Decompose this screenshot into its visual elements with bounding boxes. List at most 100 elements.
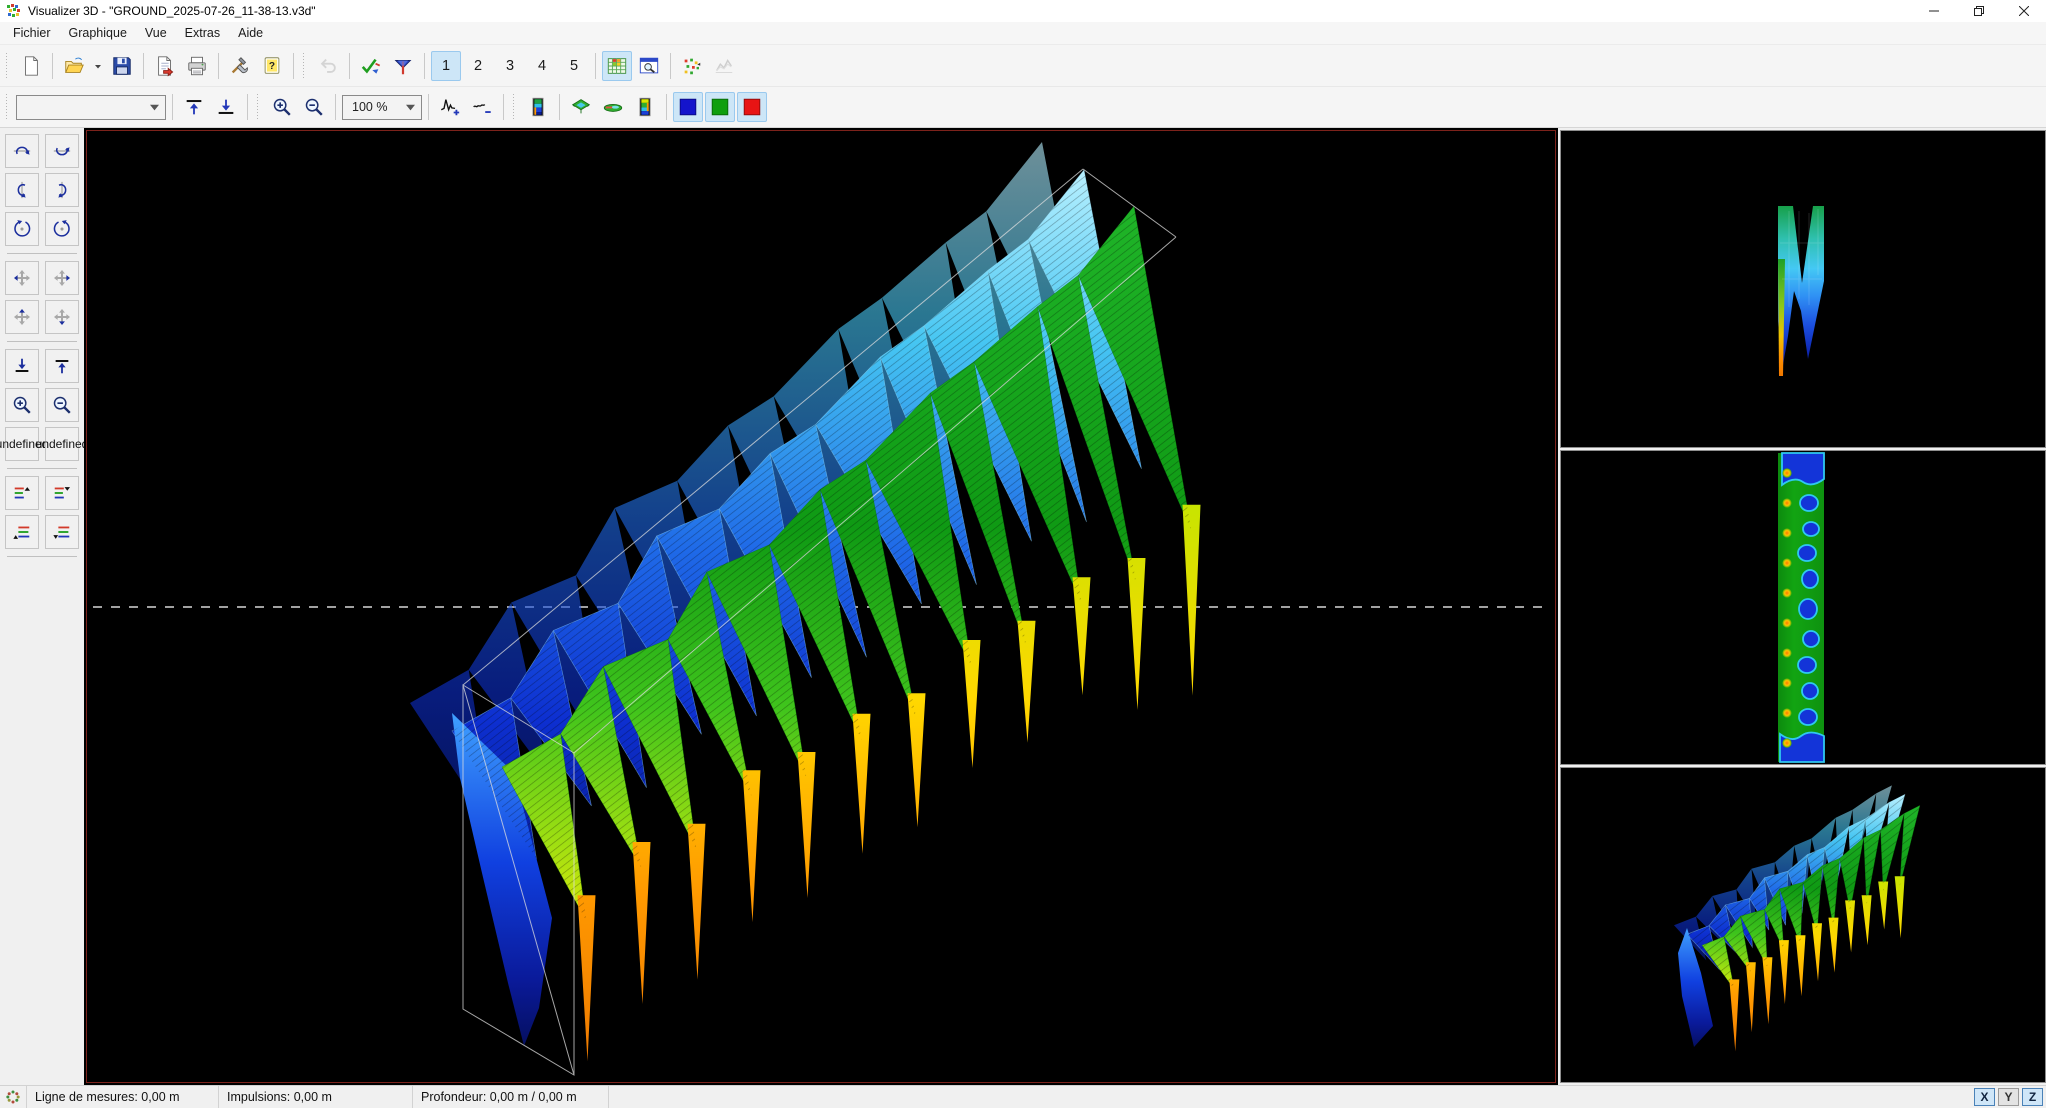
toolbar-grip[interactable]	[301, 53, 306, 79]
levels-down-button[interactable]	[45, 476, 79, 510]
menu-aide[interactable]: Aide	[229, 23, 272, 43]
signal-increase-button[interactable]: undefined	[45, 427, 79, 461]
axis-y-toggle[interactable]: Y	[1998, 1088, 2019, 1106]
signal-verify-button[interactable]	[356, 51, 386, 81]
dataset-select-combobox[interactable]	[16, 95, 166, 120]
pan-right-button[interactable]	[45, 261, 79, 295]
raise-top-button[interactable]	[179, 92, 209, 122]
main-3d-view[interactable]	[84, 128, 1558, 1085]
axis-z-toggle[interactable]: Z	[2022, 1088, 2043, 1106]
menu-extras[interactable]: Extras	[176, 23, 229, 43]
rotate-down-button[interactable]	[45, 134, 79, 168]
pan-left-button[interactable]	[5, 261, 39, 295]
close-button[interactable]	[2001, 0, 2046, 22]
view-preset-4-button[interactable]: 4	[527, 51, 557, 81]
zoom-level-select-combobox[interactable]: 100 %	[342, 95, 422, 120]
toolbar-group: 100 %	[339, 87, 425, 127]
rotate-ccw-icon	[12, 219, 32, 239]
channel-green-button[interactable]	[705, 92, 735, 122]
status-impulses: Impulsions: 0,00 m	[219, 1086, 413, 1108]
zoom-in-button[interactable]	[267, 92, 297, 122]
signal-decrease-button[interactable]: undefined	[5, 427, 39, 461]
levels-down-alt-button[interactable]	[45, 515, 79, 549]
menu-vue[interactable]: Vue	[136, 23, 176, 43]
toolbar-group	[599, 45, 667, 86]
toolbar-separator	[172, 94, 173, 120]
scatter-view-button[interactable]	[677, 51, 707, 81]
minimize-button[interactable]	[1911, 0, 1956, 22]
toolbar-group: ?	[222, 45, 290, 86]
section-view-button[interactable]	[523, 92, 553, 122]
view-preset-1-button[interactable]: 1	[431, 51, 461, 81]
rotate-cw-button[interactable]	[45, 212, 79, 246]
undo-button[interactable]	[313, 51, 343, 81]
levels-up-alt-button[interactable]	[5, 515, 39, 549]
zoom-level-select-value: 100 %	[352, 100, 387, 114]
channel-blue-button[interactable]	[673, 92, 703, 122]
perspective-view-panel[interactable]	[1560, 767, 2046, 1083]
plan-view-panel[interactable]	[1560, 450, 2046, 765]
chart-view-button[interactable]	[709, 51, 739, 81]
signal-decrease-button[interactable]	[467, 92, 497, 122]
zoom-out-button[interactable]	[299, 92, 329, 122]
pan-up-icon	[12, 307, 32, 327]
levels-down-icon	[52, 483, 72, 503]
status-filler	[609, 1086, 1974, 1108]
toolbar-grip[interactable]	[255, 94, 260, 120]
lower-bottom-button[interactable]	[211, 92, 241, 122]
grid-view-button[interactable]	[602, 51, 632, 81]
view-preset-3-button[interactable]: 3	[495, 51, 525, 81]
toolbar-grip[interactable]	[4, 53, 9, 79]
perspective-view-scene[interactable]	[1561, 768, 2045, 1082]
main-3d-scene[interactable]	[84, 128, 1558, 1085]
menubar: FichierGraphiqueVueExtrasAide	[0, 22, 2046, 45]
export-report-button[interactable]	[150, 51, 180, 81]
toolbar-view: 100 %	[0, 86, 2046, 128]
help-button[interactable]: ?	[257, 51, 287, 81]
levels-up-button[interactable]	[5, 476, 39, 510]
rotate-right-button[interactable]	[45, 173, 79, 207]
new-file-button[interactable]	[16, 51, 46, 81]
toolbar-separator	[503, 94, 504, 120]
square-blue-icon	[677, 96, 699, 118]
signal-increase-button[interactable]	[435, 92, 465, 122]
side-view-panel[interactable]	[1560, 130, 2046, 448]
set-marker-button[interactable]	[388, 51, 418, 81]
plan-view-scene[interactable]	[1561, 451, 2045, 764]
view-preset-5-button[interactable]: 5	[559, 51, 589, 81]
levels-up-alt-icon	[12, 522, 32, 542]
toolbar-grip[interactable]	[511, 94, 516, 120]
auxiliary-views	[1558, 128, 2046, 1085]
pan-right-icon	[52, 268, 72, 288]
menu-fichier[interactable]: Fichier	[4, 23, 60, 43]
toolbar-separator	[218, 53, 219, 79]
grid-heatmap-icon	[606, 55, 628, 77]
surface-view-button[interactable]	[566, 92, 596, 122]
side-view-scene[interactable]	[1561, 131, 2045, 447]
preview-window-button[interactable]	[634, 51, 664, 81]
save-file-button[interactable]	[107, 51, 137, 81]
open-file-dropdown[interactable]	[91, 51, 105, 81]
zoom-out-button[interactable]	[45, 388, 79, 422]
rotate-up-button[interactable]	[5, 134, 39, 168]
rotate-left-button[interactable]	[5, 173, 39, 207]
slice-view-button[interactable]	[598, 92, 628, 122]
toolbar-grip[interactable]	[4, 94, 9, 120]
zoom-in-button[interactable]	[5, 388, 39, 422]
options-tools-button[interactable]	[225, 51, 255, 81]
menu-graphique[interactable]: Graphique	[60, 23, 136, 43]
pan-down-button[interactable]	[45, 300, 79, 334]
view-preset-2-button[interactable]: 2	[463, 51, 493, 81]
raise-view-button[interactable]	[45, 349, 79, 383]
lower-view-button[interactable]	[5, 349, 39, 383]
section-view-2-button[interactable]	[630, 92, 660, 122]
open-file-button[interactable]	[59, 51, 89, 81]
channel-red-button[interactable]	[737, 92, 767, 122]
axis-x-toggle[interactable]: X	[1974, 1088, 1995, 1106]
rotate-ccw-button[interactable]	[5, 212, 39, 246]
restore-button[interactable]	[1956, 0, 2001, 22]
print-button[interactable]	[182, 51, 212, 81]
pan-left-icon	[12, 268, 32, 288]
signal-minus-icon	[471, 96, 493, 118]
pan-up-button[interactable]	[5, 300, 39, 334]
